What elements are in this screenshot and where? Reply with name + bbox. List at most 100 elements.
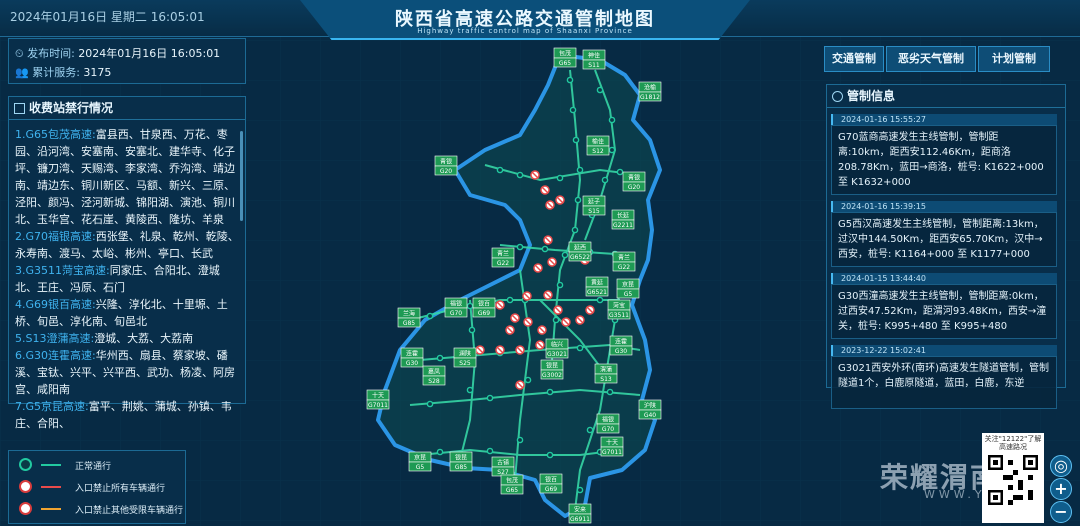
station-marker[interactable]	[552, 316, 560, 324]
station-marker[interactable]	[561, 251, 569, 259]
highway-shield[interactable]: 长延 G2211	[611, 209, 635, 230]
station-marker[interactable]	[608, 146, 616, 154]
highway-shield[interactable]: 青银 G20	[434, 155, 458, 176]
highway-shield[interactable]: 连霍 G30	[609, 335, 633, 356]
highway-shield[interactable]: 包茂 G65	[553, 47, 577, 68]
no-entry-icon[interactable]	[553, 305, 563, 315]
station-marker[interactable]	[436, 354, 444, 362]
control-info-item[interactable]: 2024-01-16 15:55:27 G70蓝商高速发生主线管制，管制距离:10…	[831, 114, 1057, 195]
station-marker[interactable]	[556, 174, 564, 182]
highway-shield[interactable]: 青兰 G22	[612, 251, 636, 272]
station-marker[interactable]	[569, 106, 577, 114]
no-entry-icon[interactable]	[543, 290, 553, 300]
highway-shield[interactable]: 包茂 G65	[500, 474, 524, 495]
no-entry-icon[interactable]	[555, 195, 565, 205]
highway-shield[interactable]: 榆佳 S12	[586, 135, 610, 156]
station-marker[interactable]	[486, 394, 494, 402]
no-entry-icon[interactable]	[535, 340, 545, 350]
highway-shield[interactable]: 澜陕 S25	[453, 347, 477, 368]
station-marker[interactable]	[516, 243, 524, 251]
no-entry-icon[interactable]	[575, 315, 585, 325]
station-marker[interactable]	[426, 312, 434, 320]
highway-shield[interactable]: 十天 G7011	[600, 436, 624, 457]
tab-traffic-control[interactable]: 交通管制	[824, 46, 884, 72]
highway-shield[interactable]: 黄延 G6521	[585, 276, 609, 297]
no-entry-icon[interactable]	[537, 325, 547, 335]
highway-shield[interactable]: 嘉凤 S28	[422, 365, 446, 386]
no-entry-icon[interactable]	[495, 345, 505, 355]
no-entry-icon[interactable]	[510, 313, 520, 323]
station-marker[interactable]	[616, 168, 624, 176]
zoom-in-button[interactable]: +	[1050, 478, 1072, 500]
no-entry-icon[interactable]	[561, 317, 571, 327]
highway-shield[interactable]: 连霍 G30	[400, 347, 424, 368]
station-marker[interactable]	[574, 196, 582, 204]
station-marker[interactable]	[576, 486, 584, 494]
closure-list[interactable]: 1.G65包茂高速:富县西、甘泉西、万花、枣园、沿河湾、安塞南、安塞北、建华寺、…	[9, 120, 245, 432]
closure-scrollbar[interactable]	[240, 131, 243, 221]
station-marker[interactable]	[436, 448, 444, 456]
highway-shield[interactable]: 菏宝 G3511	[607, 299, 631, 320]
highway-shield[interactable]: 延西 G6522	[568, 241, 592, 262]
highway-shield[interactable]: 福银 G70	[444, 297, 468, 318]
control-info-item[interactable]: 2024-01-16 15:39:15 G5西汉高速发生主线管制，管制距离:13k…	[831, 201, 1057, 267]
station-marker[interactable]	[524, 376, 532, 384]
station-marker[interactable]	[506, 296, 514, 304]
no-entry-icon[interactable]	[530, 170, 540, 180]
control-info-item[interactable]: 2024-01-15 13:44:40 G30西潼高速发生主线管制，管制距离:0k…	[831, 273, 1057, 339]
highway-shield[interactable]: 沧榆 G1812	[638, 81, 662, 102]
highway-shield[interactable]: 京昆 G5	[616, 278, 640, 299]
tab-weather-control[interactable]: 恶劣天气管制	[886, 46, 976, 72]
no-entry-icon[interactable]	[522, 291, 532, 301]
highway-shield[interactable]: 兰海 G85	[397, 307, 421, 328]
station-marker[interactable]	[556, 281, 564, 289]
qr-card[interactable]: 关注"12122"了解高速路况	[982, 433, 1044, 523]
station-marker[interactable]	[546, 388, 554, 396]
station-marker[interactable]	[486, 447, 494, 455]
station-marker[interactable]	[466, 302, 474, 310]
station-marker[interactable]	[516, 436, 524, 444]
no-entry-icon[interactable]	[585, 305, 595, 315]
highway-shield[interactable]: 银昆 G85	[449, 451, 473, 472]
highway-shield[interactable]: 沪陕 G40	[638, 399, 662, 420]
station-marker[interactable]	[466, 386, 474, 394]
station-marker[interactable]	[608, 116, 616, 124]
station-marker[interactable]	[576, 344, 584, 352]
highway-shield[interactable]: 青兰 G22	[491, 247, 515, 268]
highway-shield[interactable]: 渭蒲 S13	[594, 363, 618, 384]
control-info-list[interactable]: 2024-01-16 15:55:27 G70蓝商高速发生主线管制，管制距离:10…	[827, 114, 1065, 409]
tab-planned-control[interactable]: 计划管制	[978, 46, 1050, 72]
highway-shield[interactable]: 神佳 S11	[582, 49, 606, 70]
no-entry-icon[interactable]	[533, 263, 543, 273]
locate-button[interactable]: ◎	[1050, 455, 1072, 477]
no-entry-icon[interactable]	[540, 185, 550, 195]
highway-shield[interactable]: 延子 S15	[582, 195, 606, 216]
station-marker[interactable]	[572, 136, 580, 144]
highway-shield[interactable]: 临兴 G3021	[545, 338, 569, 359]
station-marker[interactable]	[596, 86, 604, 94]
station-marker[interactable]	[468, 326, 476, 334]
station-marker[interactable]	[606, 388, 614, 396]
highway-shield[interactable]: 银百 G69	[539, 473, 563, 494]
highway-shield[interactable]: 福银 G70	[596, 413, 620, 434]
station-marker[interactable]	[571, 226, 579, 234]
station-marker[interactable]	[586, 426, 594, 434]
station-marker[interactable]	[546, 451, 554, 459]
station-marker[interactable]	[426, 400, 434, 408]
no-entry-icon[interactable]	[547, 257, 557, 267]
highway-shield[interactable]: 银昆 G3002	[540, 359, 564, 380]
no-entry-icon[interactable]	[543, 235, 553, 245]
station-marker[interactable]	[596, 296, 604, 304]
highway-shield[interactable]: 安来 G6911	[568, 503, 592, 524]
highway-shield[interactable]: 古镇S27	[491, 456, 515, 477]
station-marker[interactable]	[566, 76, 574, 84]
no-entry-icon[interactable]	[475, 345, 485, 355]
no-entry-icon[interactable]	[505, 325, 515, 335]
station-marker[interactable]	[541, 245, 549, 253]
station-marker[interactable]	[576, 166, 584, 174]
no-entry-icon[interactable]	[545, 200, 555, 210]
station-marker[interactable]	[601, 176, 609, 184]
no-entry-icon[interactable]	[515, 345, 525, 355]
no-entry-icon[interactable]	[515, 380, 525, 390]
highway-shield[interactable]: 京昆 G5	[408, 451, 432, 472]
